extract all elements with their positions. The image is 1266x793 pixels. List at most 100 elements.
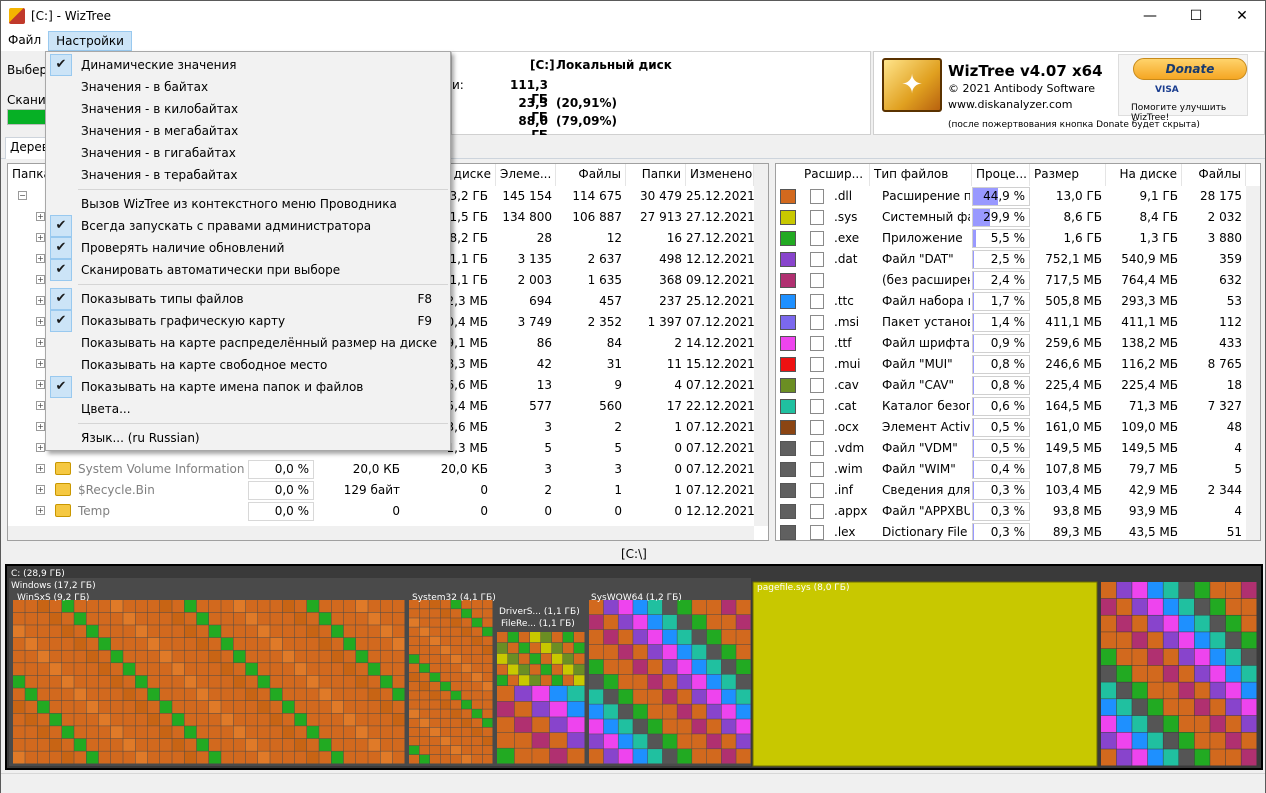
map-syswow64-tile[interactable] [677,749,692,764]
map-driverstore-tile[interactable] [514,701,532,717]
map-winsxs-tile[interactable] [123,751,135,764]
map-system32-tile[interactable] [482,736,493,746]
map-winsxs-tile[interactable] [245,751,258,764]
map-system32-tile[interactable] [409,718,419,728]
map-winsxs-tile[interactable] [184,612,197,625]
map-winsxs-tile[interactable] [233,751,246,764]
map-winsxs-tile[interactable] [37,751,50,764]
map-winsxs-tile[interactable] [258,751,270,764]
map-system32-tile[interactable] [430,636,440,646]
map-winsxs-tile[interactable] [270,625,282,638]
map-winsxs-tile[interactable] [307,650,319,663]
map-syswow64-tile[interactable] [662,749,677,764]
map-winsxs-tile[interactable] [147,600,160,613]
expand-toggle[interactable]: + [36,212,45,221]
map-winsxs-tile[interactable] [356,675,368,688]
map-other-tile[interactable] [1194,749,1210,766]
column-size[interactable]: Размер [1030,164,1106,186]
map-winsxs-tile[interactable] [196,663,209,676]
map-winsxs-tile[interactable] [25,625,37,638]
map-winsxs-tile[interactable] [233,738,246,751]
map-winsxs-tile[interactable] [307,637,319,650]
map-system32-tile[interactable] [461,672,472,682]
map-system32-tile[interactable] [461,654,472,664]
map-winsxs-tile[interactable] [196,738,209,751]
map-other-tile[interactable] [1210,665,1226,682]
map-filerepository-tile[interactable] [552,664,563,675]
map-other-tile[interactable] [1116,648,1132,666]
map-winsxs-tile[interactable] [123,675,135,688]
map-syswow64-tile[interactable] [706,719,722,734]
map-winsxs-tile[interactable] [196,600,209,613]
map-system32-tile[interactable] [451,754,461,764]
map-winsxs-tile[interactable] [111,751,123,764]
map-syswow64-tile[interactable] [721,644,736,660]
map-winsxs-tile[interactable] [380,675,393,688]
map-winsxs-tile[interactable] [184,751,197,764]
map-other-tile[interactable] [1101,598,1117,615]
map-winsxs-tile[interactable] [135,726,148,739]
map-winsxs-tile[interactable] [123,700,135,714]
map-driverstore-tile[interactable] [532,732,550,748]
map-winsxs-tile[interactable] [233,713,246,726]
map-winsxs-tile[interactable] [86,713,99,726]
map-winsxs-tile[interactable] [86,637,99,650]
map-system32-tile[interactable] [472,609,482,618]
map-winsxs-tile[interactable] [62,700,74,714]
map-winsxs-tile[interactable] [196,713,209,726]
map-system32-tile[interactable] [419,727,430,737]
map-system32-tile[interactable] [430,727,440,737]
map-other-tile[interactable] [1101,615,1117,632]
map-other-tile[interactable] [1194,582,1210,599]
map-syswow64-tile[interactable] [603,659,618,675]
expand-toggle[interactable]: + [36,380,45,389]
map-winsxs-tile[interactable] [233,625,246,638]
map-system32-tile[interactable] [451,727,461,737]
map-system32-tile[interactable] [430,691,440,700]
map-system32-tile[interactable] [409,682,419,691]
map-winsxs-tile[interactable] [368,663,380,676]
map-syswow64-tile[interactable] [721,659,736,675]
map-system32-tile[interactable] [419,618,430,627]
file-type-row[interactable]: .vdm Файл "VDM" 0,5 % 149,5 МБ 149,5 МБ 4 [776,438,1246,459]
map-winsxs-tile[interactable] [380,612,393,625]
map-winsxs-tile[interactable] [62,713,74,726]
map-winsxs-tile[interactable] [307,726,319,739]
map-filerepository-tile[interactable] [519,675,530,686]
map-syswow64-tile[interactable] [721,734,736,749]
map-winsxs-tile[interactable] [49,713,62,726]
map-system32-tile[interactable] [451,718,461,728]
treemap[interactable]: C: (28,9 ГБ) Windows (17,2 ГБ) WinSxS (9,2… [5,564,1263,770]
map-syswow64-tile[interactable] [692,659,707,675]
map-winsxs-tile[interactable] [172,600,184,613]
map-winsxs-tile[interactable] [307,675,319,688]
map-winsxs-tile[interactable] [196,675,209,688]
map-winsxs-tile[interactable] [98,612,111,625]
map-system32-tile[interactable] [472,636,482,646]
map-winsxs-tile[interactable] [184,700,197,714]
map-syswow64-tile[interactable] [721,614,736,630]
map-winsxs-tile[interactable] [160,600,172,613]
map-winsxs-tile[interactable] [209,600,221,613]
map-winsxs-tile[interactable] [62,726,74,739]
map-winsxs-tile[interactable] [356,650,368,663]
map-syswow64-tile[interactable] [647,659,663,675]
map-winsxs-tile[interactable] [356,625,368,638]
map-winsxs-tile[interactable] [209,675,221,688]
map-winsxs-tile[interactable] [62,675,74,688]
map-winsxs-tile[interactable] [49,726,62,739]
menu-item[interactable]: Показывать на карте свободное место [48,354,448,376]
map-other-tile[interactable] [1147,749,1163,766]
map-system32-tile[interactable] [482,618,493,627]
expand-toggle[interactable]: + [36,464,45,473]
map-winsxs-tile[interactable] [196,726,209,739]
map-winsxs-tile[interactable] [380,663,393,676]
map-winsxs-tile[interactable] [111,713,123,726]
map-other-tile[interactable] [1163,665,1179,682]
map-winsxs-tile[interactable] [233,675,246,688]
map-winsxs-tile[interactable] [392,625,405,638]
map-syswow64-tile[interactable] [662,629,677,645]
map-winsxs-tile[interactable] [294,726,307,739]
map-winsxs-tile[interactable] [380,700,393,714]
map-system32-tile[interactable] [472,672,482,682]
